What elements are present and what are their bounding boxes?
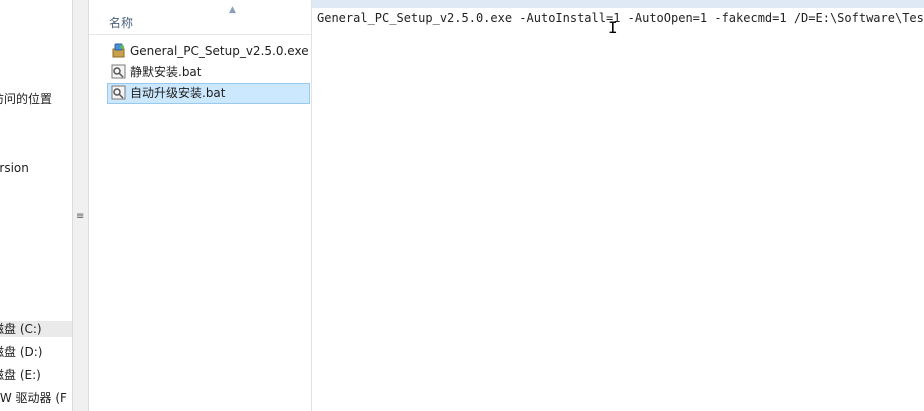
file-name: 静默安装.bat (130, 65, 202, 79)
splitter-grip-icon: ≡ (76, 211, 85, 222)
text-cursor-icon: I (608, 18, 618, 37)
preview-text[interactable]: General_PC_Setup_v2.5.0.exe -AutoInstall… (317, 11, 924, 25)
file-name: 自动升级安装.bat (130, 86, 226, 100)
navigation-pane: 访问的位置 ersion 磁盘 (C:) 磁盘 (D:) 磁盘 (E:) RW … (0, 0, 72, 411)
nav-item-drive-e[interactable]: 磁盘 (E:) (0, 367, 41, 383)
nav-item-drive-d[interactable]: 磁盘 (D:) (0, 344, 42, 360)
preview-pane[interactable]: General_PC_Setup_v2.5.0.exe -AutoInstall… (312, 8, 924, 411)
batch-file-icon (111, 85, 126, 100)
batch-file-icon (111, 64, 126, 79)
file-row-installer[interactable]: General_PC_Setup_v2.5.0.exe (107, 41, 310, 62)
column-header-label: 名称 (109, 16, 134, 30)
file-row-silent-install[interactable]: 静默安装.bat (107, 62, 310, 83)
sort-ascending-icon: ▲ (229, 5, 236, 15)
column-header-name[interactable]: 名称 ▲ (89, 5, 311, 35)
pane-splitter[interactable]: ≡ (72, 0, 89, 411)
nav-item-drive-c[interactable]: 磁盘 (C:) (0, 321, 72, 337)
nav-item-recent-places[interactable]: 访问的位置 (0, 91, 52, 107)
file-row-auto-upgrade-install[interactable]: 自动升级安装.bat (107, 83, 310, 104)
nav-item-dvd-drive[interactable]: RW 驱动器 (F (0, 390, 67, 406)
file-list-pane: 名称 ▲ General_PC_Setup_v2.5.0.exe 静默安装.ba… (89, 0, 312, 411)
nav-item-version[interactable]: ersion (0, 160, 29, 176)
file-name: General_PC_Setup_v2.5.0.exe (130, 44, 309, 58)
installer-icon (112, 43, 125, 58)
